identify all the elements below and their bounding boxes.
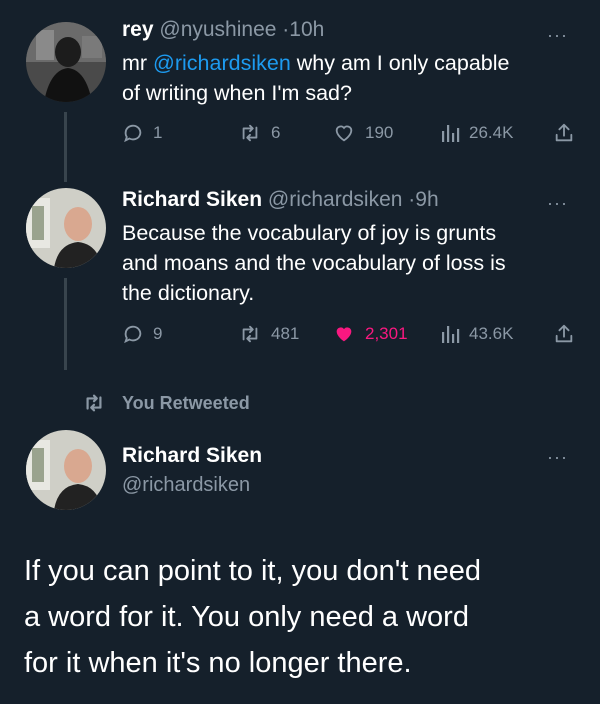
share-icon	[555, 324, 573, 343]
reply-icon	[124, 124, 142, 143]
more-options-icon[interactable]: ···	[547, 194, 568, 212]
avatar-richard-siken[interactable]	[26, 188, 106, 268]
text-line-3: the dictionary.	[122, 281, 255, 305]
thread-line	[64, 278, 67, 370]
view-count: 26.4K	[469, 123, 514, 142]
views-button[interactable]: 43.6K	[440, 323, 513, 345]
reply-button[interactable]: 9	[122, 323, 162, 345]
text-line-2: of writing when I'm sad?	[122, 81, 352, 105]
display-name[interactable]: rey	[122, 18, 154, 41]
more-options-icon[interactable]: ···	[547, 26, 568, 44]
heart-icon	[335, 125, 353, 142]
main-tweet-header: Richard Siken @richardsiken	[122, 444, 262, 497]
views-icon	[442, 125, 460, 142]
retweet-count: 6	[271, 123, 281, 142]
avatar-rey[interactable]	[26, 22, 106, 102]
share-button[interactable]	[553, 323, 575, 350]
like-button[interactable]: 2,301	[332, 323, 408, 345]
avatar-richard-siken[interactable]	[26, 430, 106, 510]
more-options-icon[interactable]: ···	[547, 448, 568, 466]
text-line-1: Because the vocabulary of joy is grunts	[122, 221, 497, 245]
view-count: 43.6K	[469, 324, 514, 343]
text-rest: why am I only capable	[290, 51, 510, 75]
like-button[interactable]: 190	[332, 122, 393, 144]
handle[interactable]: @richardsiken	[268, 188, 403, 211]
retweet-button[interactable]: 481	[238, 323, 299, 345]
thread-line	[64, 112, 67, 182]
retweet-banner-label: You Retweeted	[122, 392, 250, 413]
reply-button[interactable]: 1	[122, 122, 162, 144]
retweet-icon	[242, 325, 258, 343]
tweet-text: mr @richardsiken why am I only capable o…	[122, 48, 582, 108]
share-button[interactable]	[553, 122, 575, 149]
views-icon	[442, 326, 460, 343]
retweet-icon	[242, 124, 258, 142]
handle[interactable]: @nyushinee	[159, 18, 276, 41]
heart-filled-icon	[336, 327, 352, 342]
mention-link[interactable]: @richardsiken	[153, 51, 291, 75]
retweet-count: 481	[271, 324, 300, 343]
like-count: 190	[365, 123, 394, 142]
reply-icon	[124, 325, 142, 344]
text-prefix: mr	[122, 51, 154, 75]
handle[interactable]: @richardsiken	[122, 474, 262, 497]
timestamp[interactable]: 10h	[289, 18, 324, 41]
display-name[interactable]: Richard Siken	[122, 188, 262, 211]
share-icon	[555, 123, 573, 142]
main-text-line-3: for it when it's no longer there.	[24, 647, 412, 679]
main-tweet-text: If you can point to it, you don't need a…	[24, 548, 594, 686]
timestamp[interactable]: 9h	[415, 188, 438, 211]
retweet-icon	[86, 394, 102, 412]
tweet-text: Because the vocabulary of joy is grunts …	[122, 218, 592, 308]
display-name[interactable]: Richard Siken	[122, 444, 262, 468]
reply-count: 9	[153, 324, 163, 343]
reply-count: 1	[153, 123, 163, 142]
retweet-banner: You Retweeted	[82, 392, 250, 414]
views-button[interactable]: 26.4K	[440, 122, 513, 144]
like-count: 2,301	[365, 324, 408, 343]
tweet-header: rey @nyushinee ·10h	[122, 18, 324, 42]
tweet-header: Richard Siken @richardsiken ·9h	[122, 188, 439, 212]
text-line-2: and moans and the vocabulary of loss is	[122, 251, 506, 275]
main-text-line-1: If you can point to it, you don't need	[24, 555, 481, 587]
main-text-line-2: a word for it. You only need a word	[24, 601, 469, 633]
retweet-button[interactable]: 6	[238, 122, 280, 144]
